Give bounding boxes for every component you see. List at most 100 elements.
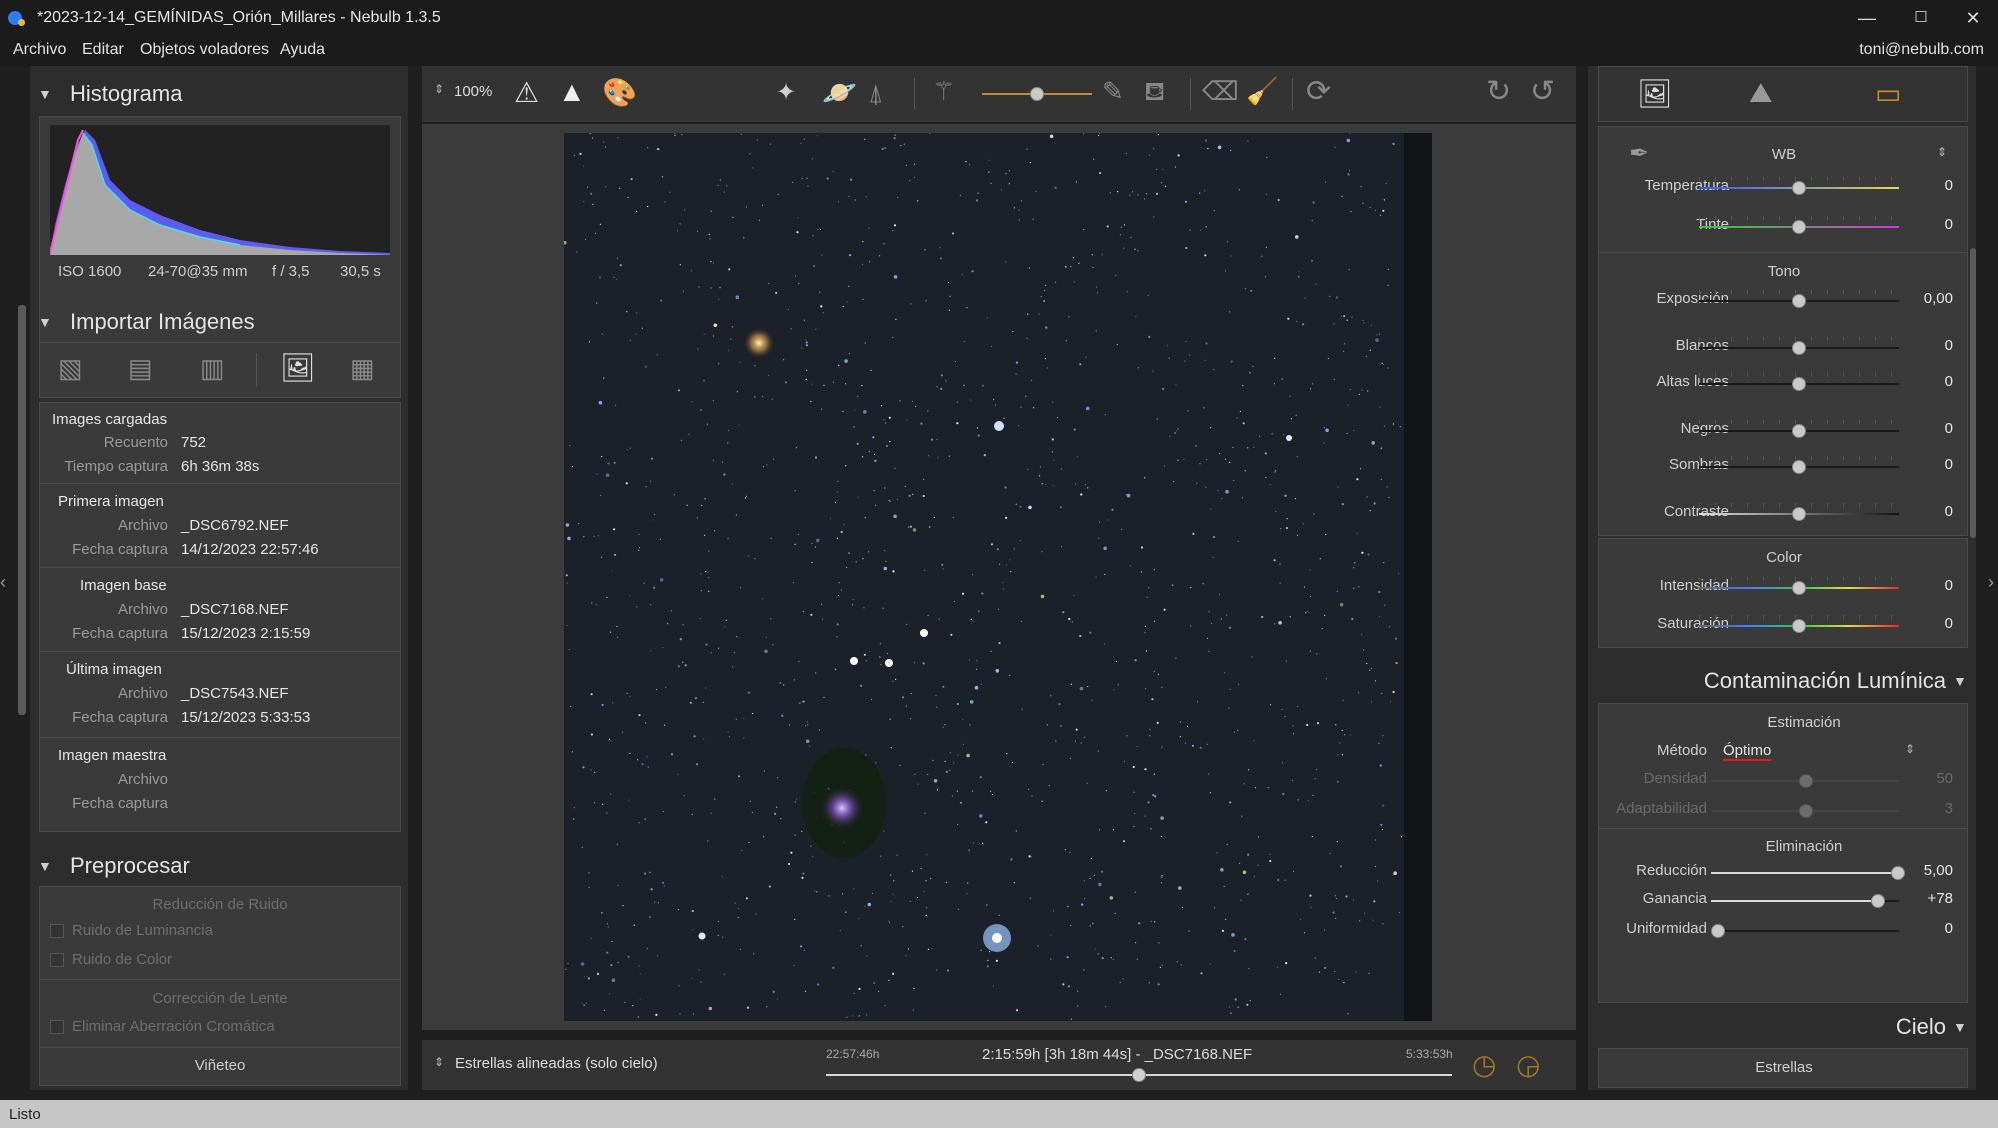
whites-slider[interactable] [1699, 337, 1899, 355]
adaptability-slider[interactable] [1711, 804, 1899, 818]
fill-bucket-icon[interactable]: ⛾ [1144, 76, 1165, 111]
warning-filled-icon[interactable]: ▲ [558, 76, 586, 108]
saturation-slider[interactable] [1699, 615, 1899, 633]
timeline-knob[interactable] [1132, 1068, 1146, 1082]
highlights-slider[interactable] [1699, 373, 1899, 391]
tab-landscape-icon[interactable]: ⛰ [1749, 77, 1773, 110]
magic-wand-icon[interactable]: ⚚ [932, 76, 955, 107]
exposure-knob[interactable] [1792, 294, 1806, 308]
collapse-left-icon[interactable]: ‹ [0, 572, 6, 593]
maximize-button[interactable]: ☐ [1898, 0, 1944, 36]
import-images-icon[interactable]: ▧ [58, 353, 83, 384]
broom-icon[interactable]: 🧹 [1246, 76, 1278, 107]
left-panel: ▼ Histograma ISO 1600 24-70@35 mm f / 3,… [30, 66, 408, 1090]
app-icon-accent [18, 19, 25, 26]
warning-outline-icon[interactable]: ⚠ [514, 76, 539, 109]
collapse-light-pollution-icon[interactable]: ▼ [1953, 673, 1967, 689]
palette-icon[interactable]: 🎨 [602, 76, 637, 109]
shadows-slider[interactable] [1699, 456, 1899, 474]
import-paste-icon[interactable]: ▦ [350, 353, 375, 384]
intensity-knob[interactable] [1792, 581, 1806, 595]
window-title: *2023-12-14_GEMÍNIDAS_Orión_Millares - N… [37, 9, 441, 26]
intensity-slider[interactable] [1699, 577, 1899, 595]
gain-knob[interactable] [1871, 894, 1885, 908]
last-file-value: _DSC7543.NEF [181, 685, 289, 702]
clock-back-icon[interactable]: ◶ [1516, 1048, 1540, 1081]
close-button[interactable]: ✕ [1950, 0, 1996, 36]
whites-knob[interactable] [1792, 341, 1806, 355]
wb-stepper-icon[interactable]: ⇕ [1937, 145, 1947, 159]
menu-objetos-voladores[interactable]: Objetos voladores [140, 41, 269, 59]
method-label: Método [1656, 742, 1707, 759]
menu-ayuda[interactable]: Ayuda [280, 41, 325, 59]
undo-icon[interactable]: ↺ [1530, 74, 1555, 109]
brush-size-slider[interactable] [982, 87, 1092, 101]
redo-icon[interactable]: ↻ [1486, 74, 1511, 109]
stars-button[interactable]: Estrellas [1598, 1048, 1968, 1088]
import-folder-icon[interactable]: ▤ [128, 353, 153, 384]
clock-forward-icon[interactable]: ◷ [1472, 1048, 1496, 1081]
temperature-knob[interactable] [1792, 181, 1806, 195]
adaptability-knob[interactable] [1799, 804, 1813, 818]
user-account[interactable]: toni@nebulb.com [1859, 41, 1984, 59]
left-scrollbar[interactable] [18, 305, 26, 715]
collapse-sky-icon[interactable]: ▼ [1953, 1019, 1967, 1035]
reduction-knob[interactable] [1891, 866, 1905, 880]
brush-icon[interactable]: ✎ [1102, 76, 1124, 107]
eraser-icon[interactable]: ⌫ [1202, 76, 1239, 107]
minimize-button[interactable]: — [1844, 0, 1890, 36]
chromatic-checkbox[interactable] [50, 1020, 64, 1034]
tint-slider[interactable] [1699, 216, 1899, 234]
loaded-header: Images cargadas [52, 411, 168, 428]
collapse-preprocess-icon[interactable]: ▼ [38, 858, 52, 874]
collapse-right-icon[interactable]: › [1988, 572, 1994, 593]
gain-slider[interactable] [1711, 894, 1899, 908]
exposure-slider[interactable] [1699, 290, 1899, 308]
last-date-label: Fecha captura [72, 709, 168, 726]
tab-frame-icon[interactable]: ▭ [1875, 77, 1901, 110]
tower-icon[interactable]: ⍋ [868, 78, 884, 110]
refresh-icon[interactable]: ⟳ [1306, 74, 1331, 109]
import-copy-icon[interactable]: ▥ [200, 353, 225, 384]
light-pollution-title: Contaminación Lumínica [1703, 668, 1946, 693]
blacks-slider[interactable] [1699, 420, 1899, 438]
menu-editar[interactable]: Editar [82, 41, 124, 59]
density-knob[interactable] [1799, 774, 1813, 788]
blacks-knob[interactable] [1792, 424, 1806, 438]
zoom-stepper-icon[interactable]: ⇕ [434, 82, 444, 96]
vignette-button[interactable]: Viñeteo [40, 1057, 400, 1074]
luminance-checkbox[interactable] [50, 924, 64, 938]
stars-icon[interactable]: ✦ [776, 78, 796, 107]
tab-image-icon[interactable]: 🖼 [1637, 77, 1673, 110]
alignment-mode[interactable]: Estrellas alineadas (solo cielo) [455, 1055, 658, 1072]
saturation-knob[interactable] [1792, 619, 1806, 633]
contrast-slider[interactable] [1699, 503, 1899, 521]
uniformity-slider[interactable] [1711, 924, 1899, 938]
image-viewport[interactable] [422, 124, 1576, 1030]
mode-stepper-icon[interactable]: ⇕ [434, 1055, 444, 1069]
density-slider[interactable] [1711, 774, 1899, 788]
right-scrollbar[interactable] [1970, 248, 1976, 538]
tint-knob[interactable] [1792, 220, 1806, 234]
first-file-label: Archivo [117, 517, 168, 534]
collapse-histogram-icon[interactable]: ▼ [38, 86, 52, 102]
color-noise-checkbox[interactable] [50, 953, 64, 967]
timeline-slider[interactable] [826, 1068, 1452, 1082]
planet-icon[interactable]: 🪐 [822, 76, 857, 109]
astro-image[interactable] [564, 133, 1432, 1021]
brush-size-knob[interactable] [1030, 87, 1044, 101]
contrast-knob[interactable] [1792, 507, 1806, 521]
method-stepper-icon[interactable]: ⇕ [1905, 742, 1915, 756]
zoom-level[interactable]: 100% [454, 83, 492, 100]
uniformity-knob[interactable] [1711, 924, 1725, 938]
reduction-slider[interactable] [1711, 866, 1905, 880]
menu-archivo[interactable]: Archivo [13, 41, 66, 59]
estimation-header: Estimación [1767, 714, 1841, 731]
import-image-icon[interactable]: 🖼 [280, 351, 316, 384]
method-select[interactable]: Óptimo [1723, 742, 1771, 759]
shadows-knob[interactable] [1792, 460, 1806, 474]
highlights-knob[interactable] [1792, 377, 1806, 391]
lens-correction-header: Corrección de Lente [152, 990, 288, 1007]
collapse-import-icon[interactable]: ▼ [38, 314, 52, 330]
temperature-slider[interactable] [1699, 177, 1899, 195]
